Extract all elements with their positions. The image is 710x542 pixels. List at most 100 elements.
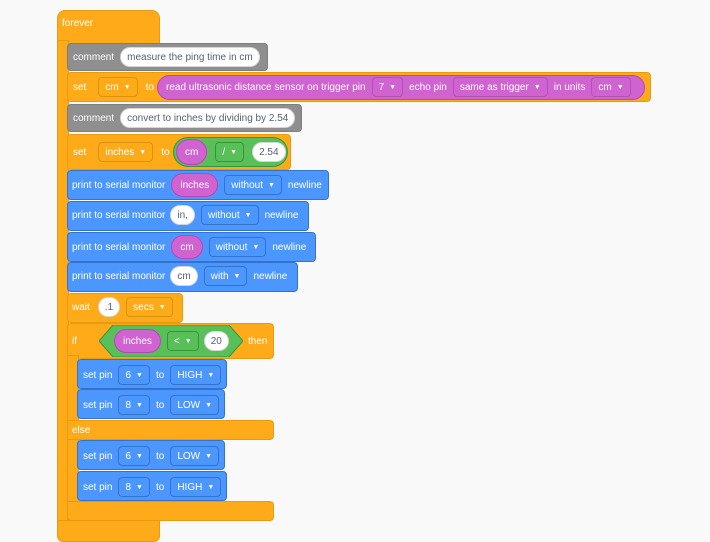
operator-dropdown[interactable]: / ▼ xyxy=(215,142,245,162)
variable-dropdown[interactable]: cm ▼ xyxy=(98,77,138,97)
newline-mode-dropdown[interactable]: without ▼ xyxy=(224,175,282,195)
set-pin-row: set pin 6 ▼ to LOW ▼ xyxy=(83,446,220,466)
compare-dropdown[interactable]: < ▼ xyxy=(166,331,199,351)
if-label: if xyxy=(72,335,77,347)
chevron-down-icon: ▼ xyxy=(267,181,275,189)
newline-mode-value: without xyxy=(207,209,240,221)
units-label: in units xyxy=(553,81,586,93)
comment-row-2: comment convert to inches by dividing by… xyxy=(73,108,296,128)
trigger-pin-dropdown[interactable]: 7 ▼ xyxy=(371,77,404,97)
newline-label: newline xyxy=(272,241,307,253)
pin-dropdown[interactable]: 8 ▼ xyxy=(118,477,150,497)
then-label-row: then xyxy=(248,335,267,347)
pin-dropdown[interactable]: 6 ▼ xyxy=(118,365,150,385)
inches-reporter[interactable]: inches xyxy=(171,173,219,197)
level-value: LOW xyxy=(177,450,201,462)
print-row-1: print to serial monitor inches without ▼ … xyxy=(72,172,322,198)
chevron-down-icon: ▼ xyxy=(205,401,213,409)
chevron-down-icon: ▼ xyxy=(616,83,624,91)
print-label: print to serial monitor xyxy=(72,209,166,221)
newline-label: newline xyxy=(264,209,299,221)
divide-row: cm / ▼ 2.54 xyxy=(176,139,286,165)
newline-mode-dropdown[interactable]: without ▼ xyxy=(208,237,267,257)
divisor-input[interactable]: 2.54 xyxy=(252,142,286,162)
wait-value-input[interactable]: .1 xyxy=(97,297,121,317)
variable-dropdown[interactable]: inches ▼ xyxy=(98,142,154,162)
level-dropdown[interactable]: HIGH ▼ xyxy=(170,365,222,385)
set-label: set xyxy=(73,146,87,158)
print-label: print to serial monitor xyxy=(72,270,166,282)
chevron-down-icon: ▼ xyxy=(207,371,215,379)
print-label: print to serial monitor xyxy=(72,179,166,191)
level-dropdown[interactable]: LOW ▼ xyxy=(170,395,220,415)
chevron-down-icon: ▼ xyxy=(139,148,147,156)
wait-row: wait .1 secs ▼ xyxy=(72,297,173,317)
newline-mode-dropdown[interactable]: without ▼ xyxy=(200,205,259,225)
level-dropdown[interactable]: LOW ▼ xyxy=(170,446,220,466)
compare-value: < xyxy=(173,335,180,347)
cm-reporter[interactable]: cm xyxy=(171,235,203,259)
pin-dropdown[interactable]: 8 ▼ xyxy=(118,395,150,415)
to-label: to xyxy=(161,146,170,158)
time-unit-value: secs xyxy=(133,301,154,313)
comment-text-input[interactable]: convert to inches by dividing by 2.54 xyxy=(120,108,296,128)
set-pin-label: set pin xyxy=(83,450,113,462)
set-pin-row: set pin 8 ▼ to HIGH ▼ xyxy=(83,477,222,497)
pin-value: 6 xyxy=(125,369,132,381)
chevron-down-icon: ▼ xyxy=(244,211,252,219)
condition-row: inches < ▼ 20 xyxy=(114,329,229,353)
if-label-row: if xyxy=(72,335,77,347)
forever-label: forever xyxy=(62,18,94,29)
set-cm-row: set cm ▼ to xyxy=(73,77,154,97)
ultrasonic-row: read ultrasonic distance sensor on trigg… xyxy=(166,77,631,97)
level-value: HIGH xyxy=(177,481,203,493)
comment-label: comment xyxy=(73,51,115,63)
variable-value: inches xyxy=(105,146,135,158)
newline-mode-value: with xyxy=(210,270,229,282)
print-row-4: print to serial monitor cm with ▼ newline xyxy=(72,266,287,286)
if-footer xyxy=(67,501,274,521)
variable-value: cm xyxy=(105,81,119,93)
comment-text-input[interactable]: measure the ping time in cm xyxy=(120,47,260,67)
wait-label: wait xyxy=(72,301,90,313)
set-pin-row: set pin 6 ▼ to HIGH ▼ xyxy=(83,365,222,385)
forever-footer xyxy=(57,520,160,542)
echo-pin-value: same as trigger xyxy=(459,81,529,93)
print-row-2: print to serial monitor in, without ▼ new… xyxy=(72,205,298,225)
level-dropdown[interactable]: HIGH ▼ xyxy=(170,477,222,497)
level-value: LOW xyxy=(177,399,201,411)
trigger-pin-value: 7 xyxy=(378,81,385,93)
chevron-down-icon: ▼ xyxy=(205,452,213,460)
print-row-3: print to serial monitor cm without ▼ newl… xyxy=(72,234,306,260)
pin-value: 8 xyxy=(125,399,132,411)
print-text-input[interactable]: cm xyxy=(170,266,198,286)
pin-dropdown[interactable]: 6 ▼ xyxy=(118,446,150,466)
chevron-down-icon: ▼ xyxy=(136,401,143,409)
then-label: then xyxy=(248,335,268,347)
inches-reporter[interactable]: inches xyxy=(114,329,161,353)
set-pin-row: set pin 8 ▼ to LOW ▼ xyxy=(83,395,220,415)
comment-label: comment xyxy=(73,112,115,124)
operator-value: / xyxy=(222,146,226,158)
newline-mode-value: without xyxy=(231,179,263,191)
echo-pin-dropdown[interactable]: same as trigger ▼ xyxy=(452,77,548,97)
chevron-down-icon: ▼ xyxy=(230,148,238,156)
to-label: to xyxy=(155,450,165,462)
to-label: to xyxy=(155,481,165,493)
pin-value: 8 xyxy=(125,481,132,493)
set-pin-label: set pin xyxy=(83,399,113,411)
chevron-down-icon: ▼ xyxy=(533,83,541,91)
time-unit-dropdown[interactable]: secs ▼ xyxy=(126,297,173,317)
cm-reporter[interactable]: cm xyxy=(176,139,208,165)
newline-mode-dropdown[interactable]: with ▼ xyxy=(203,266,248,286)
else-row-block[interactable] xyxy=(67,420,274,440)
to-label: to xyxy=(145,81,154,93)
echo-pin-label: echo pin xyxy=(409,81,447,93)
comment-row-1: comment measure the ping time in cm xyxy=(73,47,260,67)
units-dropdown[interactable]: cm ▼ xyxy=(591,77,631,97)
compare-value-input[interactable]: 20 xyxy=(203,331,229,351)
chevron-down-icon: ▼ xyxy=(136,483,143,491)
print-text-input[interactable]: in, xyxy=(170,205,195,225)
newline-label: newline xyxy=(253,270,288,282)
level-value: HIGH xyxy=(177,369,203,381)
